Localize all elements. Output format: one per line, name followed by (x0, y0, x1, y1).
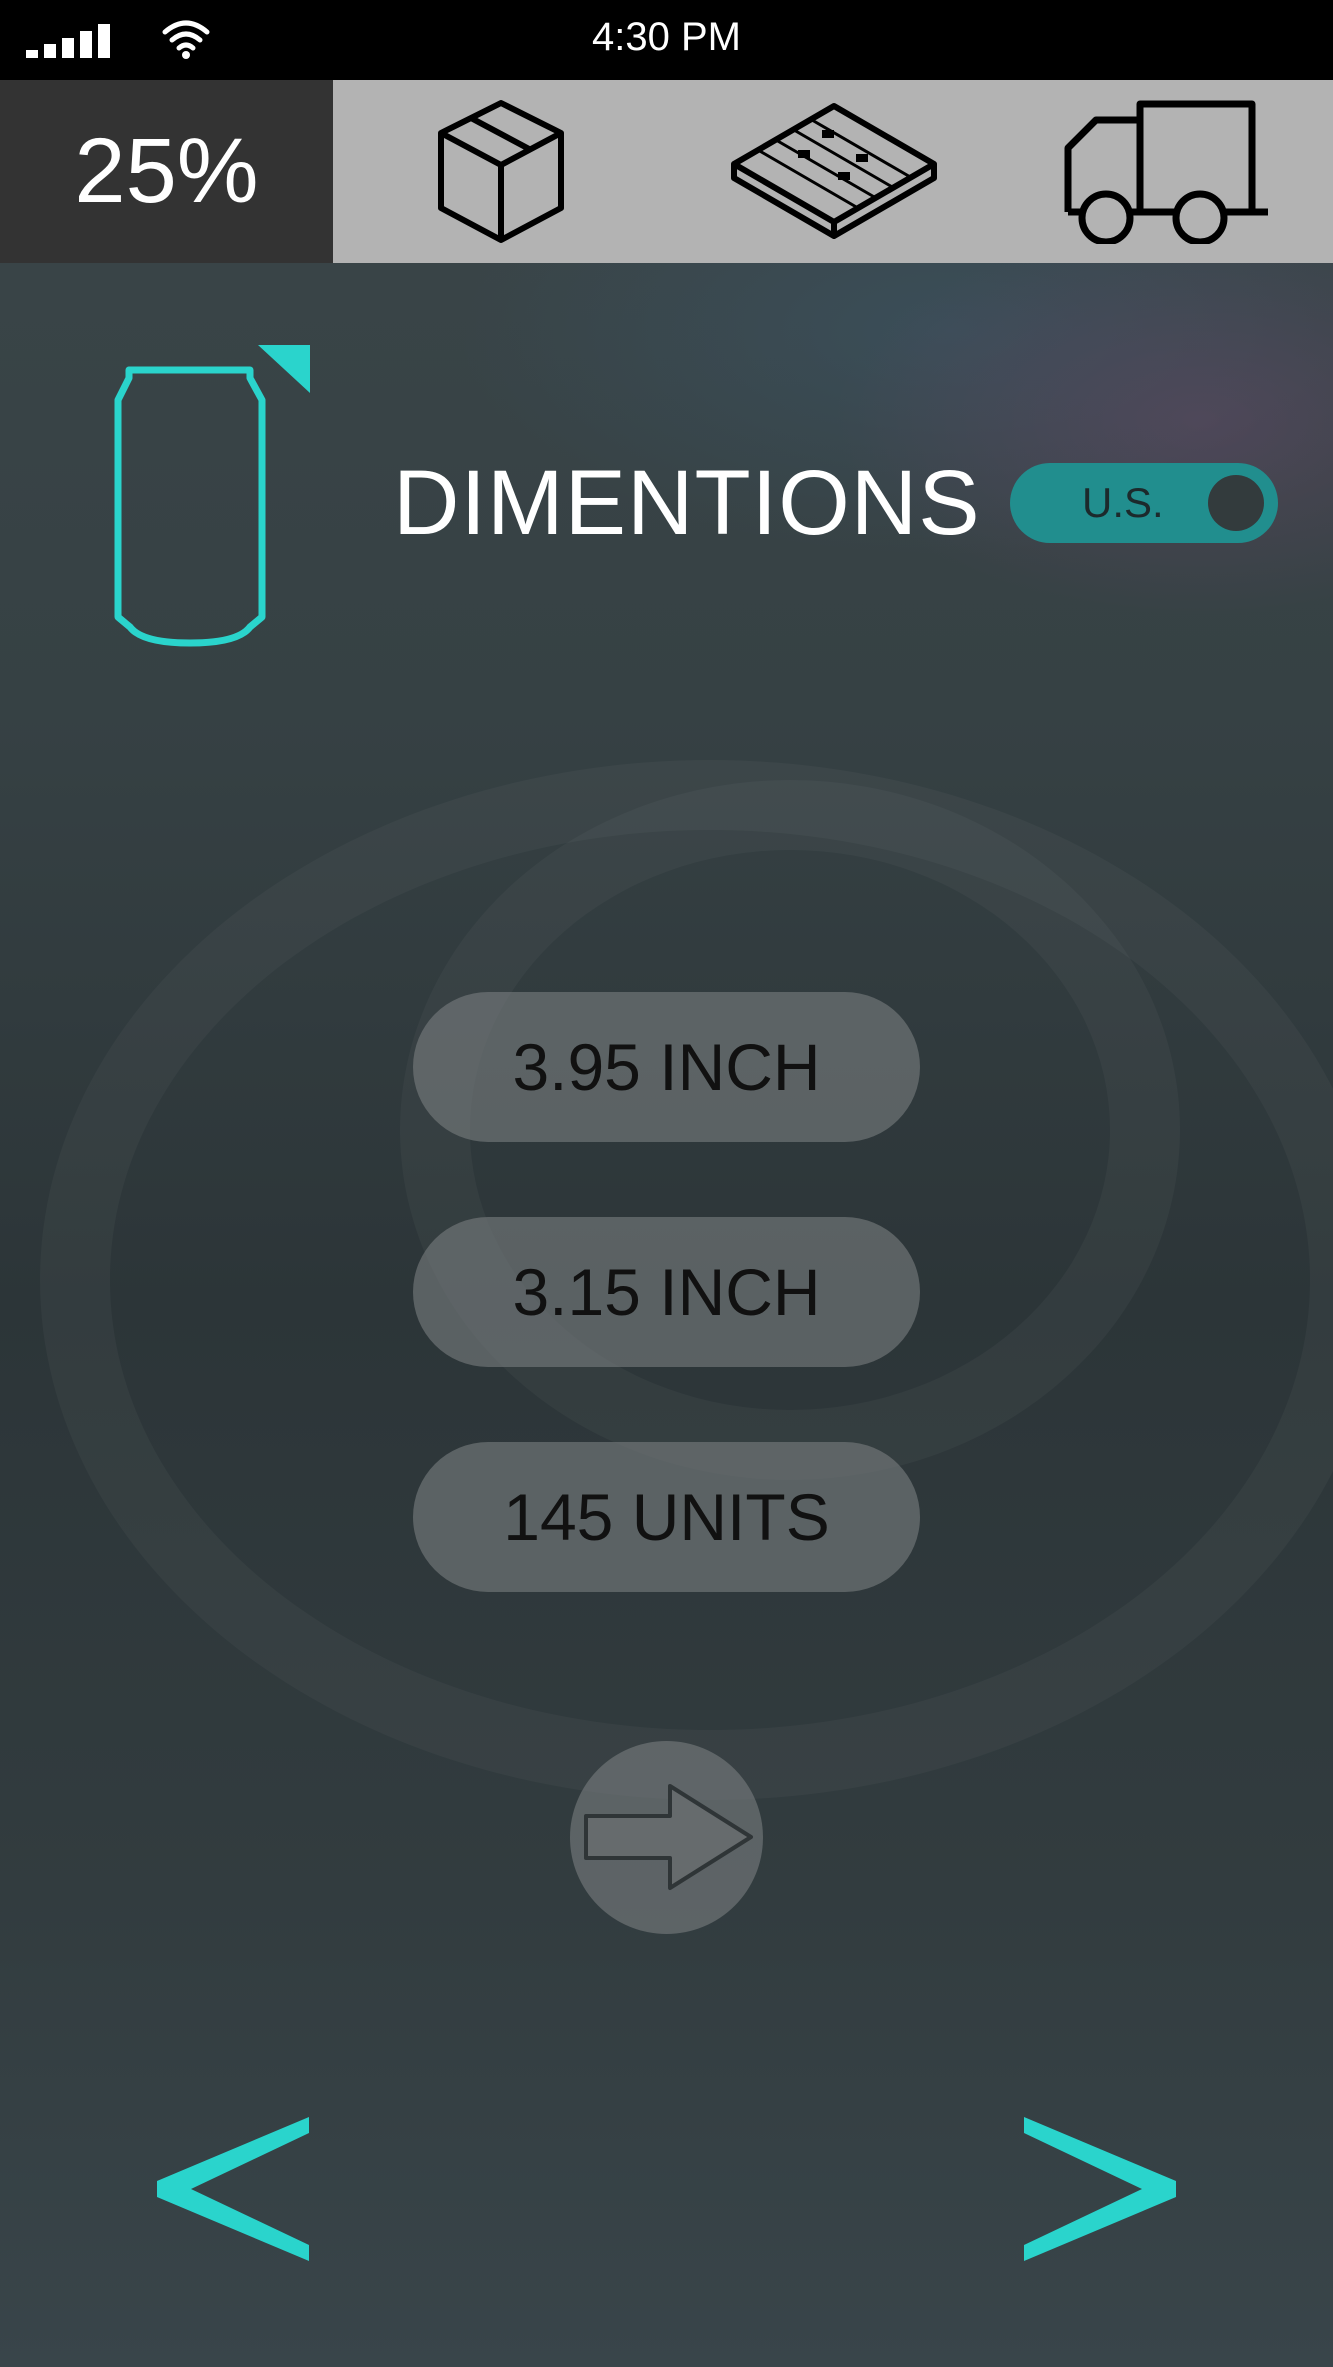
height-field[interactable]: 3.95 INCH (413, 992, 920, 1142)
status-time: 4:30 PM (592, 15, 741, 59)
truck-icon[interactable] (1064, 100, 1270, 244)
unit-toggle-label: U.S. (1082, 479, 1164, 526)
next-button[interactable] (570, 1741, 763, 1934)
arrow-right-icon (584, 1784, 753, 1890)
status-bar: 4:30 PM (0, 0, 1333, 80)
toggle-knob[interactable] (1208, 475, 1264, 531)
chevron-right-icon[interactable] (1022, 2115, 1178, 2263)
product-header: DIMENTIONS U.S. (0, 263, 1333, 663)
box-icon[interactable] (436, 98, 566, 246)
can-icon (114, 345, 310, 647)
diameter-field[interactable]: 3.15 INCH (413, 1217, 920, 1367)
units-field[interactable]: 145 UNITS (413, 1442, 920, 1592)
pallet-icon[interactable] (728, 100, 940, 242)
unit-toggle[interactable]: U.S. (1010, 463, 1278, 543)
page-title: DIMENTIONS (393, 452, 981, 554)
progress-indicator: 25% (0, 80, 333, 263)
top-nav: 25% (0, 80, 1333, 263)
chevron-left-icon[interactable] (155, 2115, 311, 2263)
